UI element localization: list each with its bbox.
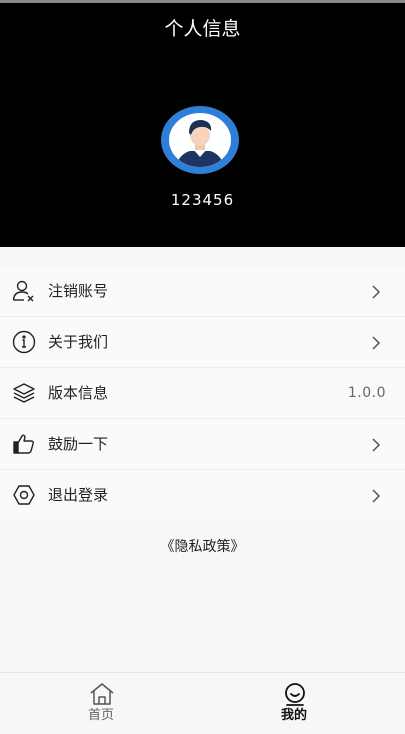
menu-item-deactivate-account[interactable]: 注销账号 [0, 266, 405, 317]
layers-icon [12, 381, 36, 405]
chevron-right-icon [371, 488, 381, 503]
menu-item-label: 注销账号 [48, 282, 109, 300]
chevron-right-icon [371, 284, 381, 299]
menu-item-label: 退出登录 [48, 486, 109, 504]
hexagon-settings-icon [12, 483, 36, 507]
avatar-icon [161, 106, 239, 174]
info-icon [12, 330, 36, 354]
thumbs-up-icon [12, 432, 36, 456]
user-remove-icon [12, 279, 36, 303]
privacy-policy-link[interactable]: 《隐私政策》 [0, 537, 405, 557]
chevron-right-icon [371, 335, 381, 350]
profile-icon [282, 681, 308, 707]
bottom-tab-bar: 首页 我的 [0, 672, 405, 734]
chevron-right-icon [371, 437, 381, 452]
settings-menu: 注销账号 关于我们 版本信息 1.0.0 鼓励一下 退出登录 [0, 266, 405, 520]
page-title: 个人信息 [164, 18, 241, 40]
menu-item-about-us[interactable]: 关于我们 [0, 317, 405, 368]
tab-home[interactable]: 首页 [0, 673, 202, 734]
username-label: 123456 [170, 191, 235, 209]
profile-header: 个人信息 123456 [0, 0, 405, 247]
home-icon [89, 681, 115, 707]
menu-item-encourage[interactable]: 鼓励一下 [0, 419, 405, 470]
menu-item-logout[interactable]: 退出登录 [0, 470, 405, 520]
tab-label: 我的 [280, 708, 307, 723]
menu-item-version-info[interactable]: 版本信息 1.0.0 [0, 368, 405, 419]
menu-item-label: 关于我们 [48, 333, 109, 351]
status-bar-divider [0, 0, 405, 3]
menu-item-label: 鼓励一下 [48, 435, 109, 453]
menu-item-label: 版本信息 [48, 384, 109, 402]
avatar[interactable] [160, 105, 240, 175]
version-value: 1.0.0 [347, 385, 386, 401]
tab-label: 首页 [87, 708, 114, 723]
tab-profile[interactable]: 我的 [193, 673, 395, 734]
